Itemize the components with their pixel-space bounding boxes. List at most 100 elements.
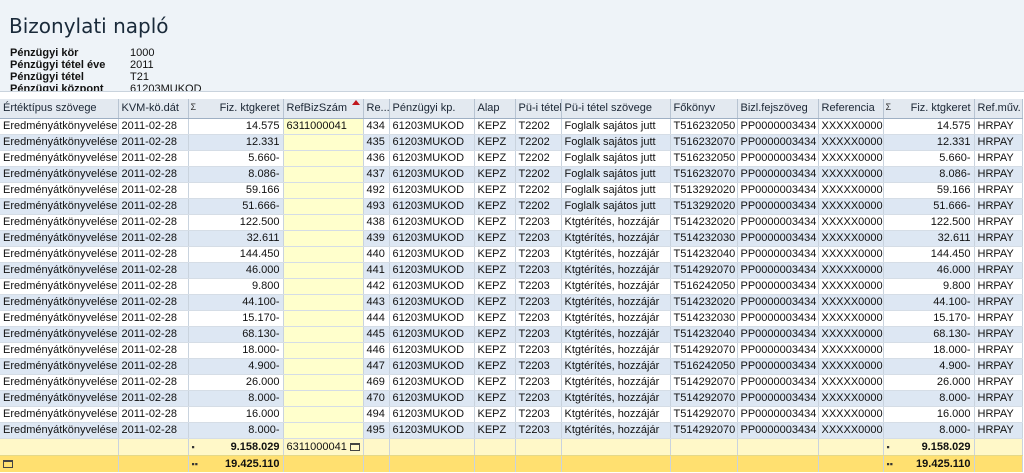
table-cell[interactable]: HRPAY [974, 342, 1023, 359]
table-cell[interactable]: PP0000003434 [737, 182, 819, 199]
table-cell[interactable]: 446 [363, 342, 390, 359]
table-cell[interactable]: PP0000003434 [737, 262, 819, 279]
table-cell[interactable]: 61203MUKOD [389, 390, 475, 407]
table-cell[interactable]: Eredményátkönyvelések [0, 262, 119, 279]
table-row[interactable]: Eredményátkönyvelések 2011-02-28 68.130- 44… [0, 326, 1023, 343]
table-cell[interactable]: 445 [363, 326, 390, 343]
table-cell[interactable]: 447 [363, 358, 390, 375]
table-cell[interactable]: XXXXX00001 [818, 358, 884, 375]
table-cell[interactable]: Eredményátkönyvelések [0, 198, 119, 215]
table-cell[interactable]: 2011-02-28 [118, 246, 189, 263]
table-cell[interactable]: 16.000 [188, 406, 284, 423]
table-cell[interactable] [283, 374, 364, 391]
column-header[interactable]: Ref.műv. [974, 99, 1023, 119]
table-cell[interactable]: 59.166 [883, 182, 975, 199]
table-cell[interactable]: 18.000- [883, 342, 975, 359]
table-cell[interactable]: HRPAY [974, 246, 1023, 263]
table-cell[interactable]: 51.666- [883, 198, 975, 215]
table-cell[interactable]: Ktgtérítés, hozzájár [561, 390, 671, 407]
table-cell[interactable]: 5.660- [188, 150, 284, 167]
table-cell[interactable]: T514232040 [670, 326, 738, 343]
table-cell[interactable]: Eredményátkönyvelések [0, 406, 119, 423]
table-cell[interactable]: Eredményátkönyvelések [0, 150, 119, 167]
table-cell[interactable]: XXXXX00001 [818, 230, 884, 247]
table-cell[interactable]: PP0000003434 [737, 374, 819, 391]
table-cell[interactable]: Eredményátkönyvelések [0, 342, 119, 359]
table-row[interactable]: Eredményátkönyvelések 2011-02-28 8.086- 437… [0, 166, 1023, 183]
table-cell[interactable]: Ktgtérítés, hozzájár [561, 326, 671, 343]
table-cell[interactable]: 436 [363, 150, 390, 167]
table-cell[interactable]: 444 [363, 310, 390, 327]
table-cell[interactable]: 495 [363, 422, 390, 439]
table-cell[interactable]: 470 [363, 390, 390, 407]
table-cell[interactable]: 12.331 [883, 134, 975, 151]
table-cell[interactable]: 16.000 [883, 406, 975, 423]
column-header[interactable]: Főkönyv [670, 99, 738, 119]
table-cell[interactable]: 9.800 [883, 278, 975, 295]
table-cell[interactable]: 61203MUKOD [389, 246, 475, 263]
table-cell[interactable]: Ktgtérítés, hozzájár [561, 310, 671, 327]
table-cell[interactable]: Eredményátkönyvelések [0, 230, 119, 247]
table-cell[interactable]: HRPAY [974, 310, 1023, 327]
table-row[interactable]: Eredményátkönyvelések 2011-02-28 46.000 441… [0, 262, 1023, 279]
table-cell[interactable] [283, 166, 364, 183]
table-cell[interactable]: XXXXX00001 [818, 262, 884, 279]
table-cell[interactable]: Eredményátkönyvelések [0, 182, 119, 199]
table-cell[interactable]: 61203MUKOD [389, 294, 475, 311]
table-cell[interactable]: Ktgtérítés, hozzájár [561, 246, 671, 263]
column-header[interactable]: KVM-kö.dát [118, 99, 189, 119]
table-cell[interactable]: T514232020 [670, 294, 738, 311]
table-row[interactable]: Eredményátkönyvelések 2011-02-28 122.500 43… [0, 214, 1023, 231]
table-cell[interactable]: Eredményátkönyvelések [0, 278, 119, 295]
table-cell[interactable]: Foglalk sajátos jutt [561, 182, 671, 199]
table-cell[interactable]: T2203 [515, 246, 562, 263]
table-cell[interactable]: 61203MUKOD [389, 406, 475, 423]
table-cell[interactable]: T2203 [515, 342, 562, 359]
table-cell[interactable]: 122.500 [883, 214, 975, 231]
table-cell[interactable]: T514292070 [670, 374, 738, 391]
table-cell[interactable]: XXXXX00001 [818, 406, 884, 423]
table-cell[interactable]: KEPZ [474, 166, 516, 183]
table-cell[interactable]: HRPAY [974, 214, 1023, 231]
table-cell[interactable]: KEPZ [474, 390, 516, 407]
table-cell[interactable]: PP0000003434 [737, 278, 819, 295]
table-cell[interactable]: PP0000003434 [737, 198, 819, 215]
table-cell[interactable]: XXXXX00001 [818, 134, 884, 151]
table-cell[interactable]: HRPAY [974, 294, 1023, 311]
table-row[interactable]: Eredményátkönyvelések 2011-02-28 18.000- 44… [0, 342, 1023, 359]
table-cell[interactable] [283, 230, 364, 247]
table-cell[interactable]: 439 [363, 230, 390, 247]
grand-total-row[interactable]: ▪▪ 19.425.110 ▪▪ 19.425.110 [0, 455, 1023, 472]
table-cell[interactable]: KEPZ [474, 294, 516, 311]
table-cell[interactable]: Eredményátkönyvelések [0, 326, 119, 343]
table-cell[interactable]: PP0000003434 [737, 390, 819, 407]
table-cell[interactable]: 2011-02-28 [118, 294, 189, 311]
table-cell[interactable]: Foglalk sajátos jutt [561, 150, 671, 167]
table-cell[interactable]: PP0000003434 [737, 166, 819, 183]
table-cell[interactable]: 435 [363, 134, 390, 151]
table-cell[interactable]: PP0000003434 [737, 422, 819, 439]
table-row[interactable]: Eredményátkönyvelések 2011-02-28 59.166 492… [0, 182, 1023, 199]
table-cell[interactable]: Eredményátkönyvelések [0, 422, 119, 439]
table-cell[interactable]: 2011-02-28 [118, 326, 189, 343]
table-row[interactable]: Eredményátkönyvelések 2011-02-28 8.000- 495… [0, 422, 1023, 439]
table-cell[interactable]: T2203 [515, 214, 562, 231]
table-cell[interactable]: KEPZ [474, 310, 516, 327]
column-header[interactable]: Bizl.fejszöveg [737, 99, 819, 119]
table-cell[interactable]: 61203MUKOD [389, 214, 475, 231]
table-cell[interactable]: 51.666- [188, 198, 284, 215]
table-cell[interactable]: T514292070 [670, 342, 738, 359]
table-row[interactable]: Eredményátkönyvelések 2011-02-28 26.000 469… [0, 374, 1023, 391]
table-cell[interactable]: HRPAY [974, 406, 1023, 423]
table-cell[interactable]: T514232040 [670, 246, 738, 263]
table-cell[interactable]: 8.000- [883, 422, 975, 439]
table-cell[interactable]: KEPZ [474, 150, 516, 167]
table-cell[interactable]: 8.086- [883, 166, 975, 183]
table-cell[interactable]: HRPAY [974, 150, 1023, 167]
table-cell[interactable]: PP0000003434 [737, 406, 819, 423]
table-cell[interactable]: 14.575 [883, 118, 975, 135]
table-cell[interactable]: KEPZ [474, 358, 516, 375]
table-cell[interactable]: Ktgtérítés, hozzájár [561, 214, 671, 231]
table-cell[interactable]: 2011-02-28 [118, 310, 189, 327]
table-cell[interactable]: KEPZ [474, 422, 516, 439]
